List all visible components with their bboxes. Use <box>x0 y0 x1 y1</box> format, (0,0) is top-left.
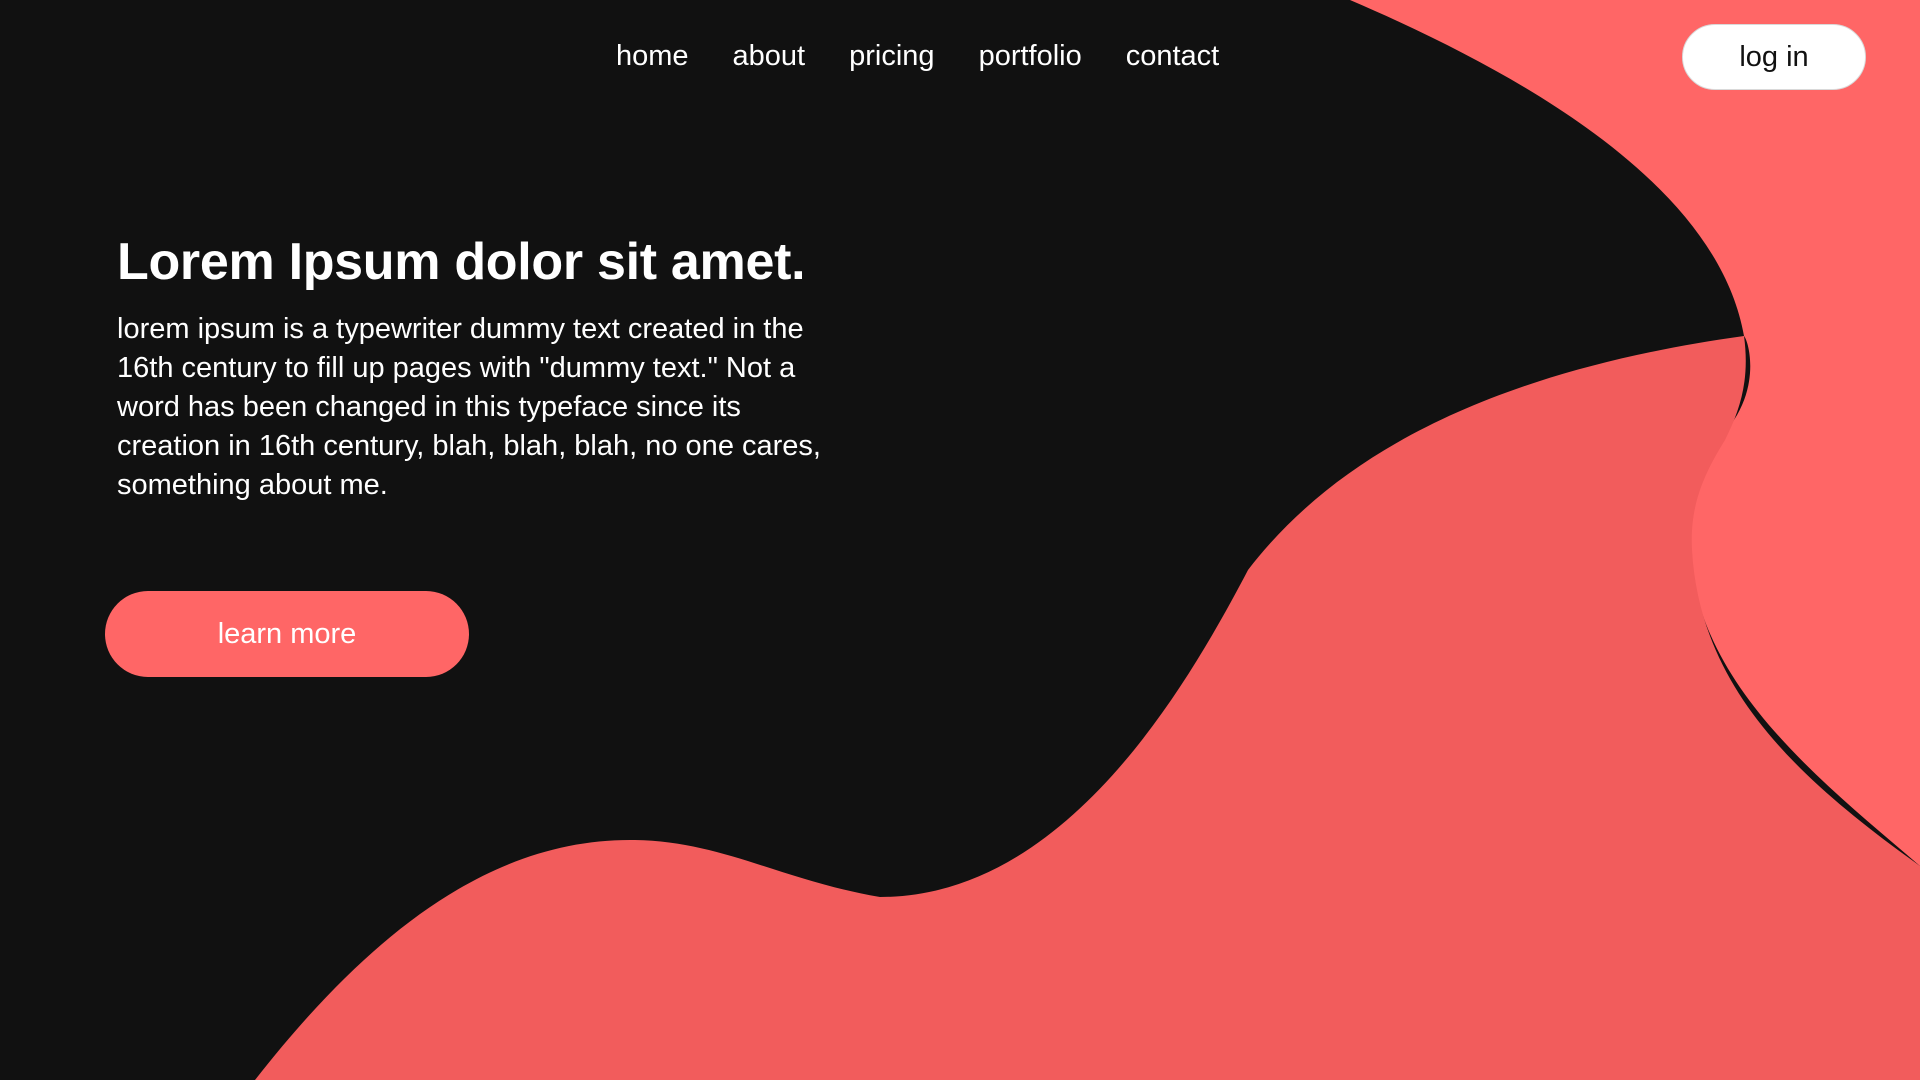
hero-section: Lorem Ipsum dolor sit amet. lorem ipsum … <box>117 228 857 505</box>
nav-pricing[interactable]: pricing <box>849 32 934 80</box>
main-nav: home about pricing portfolio contact <box>616 32 1219 80</box>
landing-page: home about pricing portfolio contact log… <box>0 0 1920 1080</box>
nav-about[interactable]: about <box>733 32 806 80</box>
decorative-wave-shapes <box>255 0 1920 1080</box>
nav-home[interactable]: home <box>616 32 689 80</box>
hero-title: Lorem Ipsum dolor sit amet. <box>117 233 806 291</box>
nav-contact[interactable]: contact <box>1126 32 1220 80</box>
learn-more-button[interactable]: learn more <box>105 591 469 677</box>
nav-portfolio[interactable]: portfolio <box>979 32 1082 80</box>
login-button[interactable]: log in <box>1682 24 1866 90</box>
hero-description: lorem ipsum is a typewriter dummy text c… <box>117 313 821 501</box>
